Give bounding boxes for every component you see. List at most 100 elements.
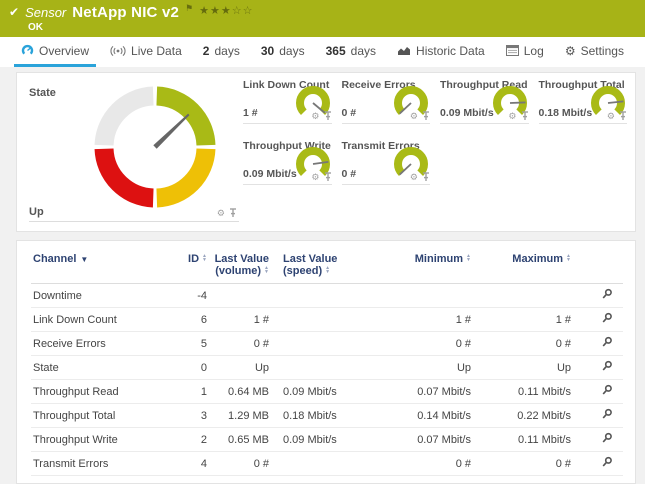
pin-icon[interactable] [229,208,237,218]
channel-table: Channel▼ ID▲▼ Last Value (volume)▲▼ Last… [31,249,623,476]
gear-icon[interactable]: ⚙ [410,173,418,182]
channel-settings-wrench-icon[interactable] [601,456,613,468]
table-row: Link Down Count 6 1 # 1 # 1 # [31,308,623,332]
tab-label: days [351,44,376,58]
column-label: Last Value [215,253,269,265]
cell-channel: Link Down Count [31,308,169,332]
gauge-tile-throughput-write: Throughput Write 0.09 Mbit/s ⚙ [243,140,332,185]
cell-last-value-volume: 1.29 MB [209,404,271,428]
channel-settings-wrench-icon[interactable] [601,288,613,300]
sort-icon: ▲▼ [202,254,207,262]
tab-number: 2 [203,44,210,58]
cell-id: 3 [169,404,209,428]
cell-minimum: 1 # [365,308,473,332]
tab-label: Log [524,44,544,58]
channel-settings-wrench-icon[interactable] [601,384,613,396]
cell-minimum [365,284,473,308]
sort-icon: ▲▼ [466,254,471,262]
column-label: Minimum [415,253,463,265]
gear-icon[interactable]: ⚙ [217,209,225,218]
gear-icon[interactable]: ⚙ [311,173,319,182]
pin-icon[interactable] [422,172,430,182]
tab-settings[interactable]: ⚙ Settings [558,37,631,67]
channel-settings-wrench-icon[interactable] [601,360,613,372]
column-label: Maximum [512,253,563,265]
cell-minimum: 0 # [365,452,473,476]
tab-2-days[interactable]: 2 days [196,37,247,67]
channel-settings-wrench-icon[interactable] [601,408,613,420]
status-badge: OK [28,22,43,33]
gauge-value: 0 # [342,107,357,119]
pin-icon[interactable] [619,111,627,121]
table-row: Downtime -4 [31,284,623,308]
object-kind-label: Sensor [25,5,66,20]
cell-maximum: Up [473,356,573,380]
cell-channel: Receive Errors [31,332,169,356]
mini-gauge-grid: Link Down Count 1 # ⚙ Receive Errors 0 #… [243,79,627,185]
tab-30-days[interactable]: 30 days [254,37,312,67]
gauge-tile-link-down-count: Link Down Count 1 # ⚙ [243,79,332,124]
cell-maximum: 0.11 Mbit/s [473,380,573,404]
tab-365-days[interactable]: 365 days [319,37,383,67]
cell-channel: Throughput Write [31,428,169,452]
cell-last-value-volume: 1 # [209,308,271,332]
channel-settings-wrench-icon[interactable] [601,312,613,324]
tab-label: Historic Data [416,44,485,58]
gauge-tile-throughput-total: Throughput Total 0.18 Mbit/s ⚙ [539,79,628,124]
gear-icon[interactable]: ⚙ [410,112,418,121]
cell-maximum: 0 # [473,332,573,356]
tab-overview[interactable]: Overview [14,37,96,67]
segment-warning-yellow [157,149,206,198]
state-gauge-tile: State Up ⚙ [29,79,239,222]
tab-live-data[interactable]: Live Data [103,37,189,67]
column-label: (speed) [283,265,322,277]
log-icon [506,45,519,56]
gauge-tile-throughput-read: Throughput Read 0.09 Mbit/s ⚙ [440,79,529,124]
cell-minimum: 0.14 Mbit/s [365,404,473,428]
pin-icon[interactable] [324,172,332,182]
gauge-icon [21,44,34,57]
gauge-tile-receive-errors: Receive Errors 0 # ⚙ [342,79,431,124]
tab-historic-data[interactable]: Historic Data [390,37,492,67]
gear-icon[interactable]: ⚙ [311,112,319,121]
column-header-last-value-volume[interactable]: Last Value (volume)▲▼ [209,249,271,284]
flag-icon[interactable]: ⚑ [185,3,193,14]
column-header-maximum[interactable]: Maximum▲▼ [473,249,573,284]
cell-channel: Downtime [31,284,169,308]
gear-icon[interactable]: ⚙ [607,112,615,121]
column-header-last-value-speed[interactable]: Last Value (speed)▲▼ [271,249,365,284]
cell-last-value-speed [271,284,365,308]
sort-icon: ▲▼ [566,254,571,262]
cell-last-value-speed [271,332,365,356]
cell-last-value-volume: 0.64 MB [209,380,271,404]
tab-label: Live Data [131,44,182,58]
sort-caret-icon: ▼ [80,255,88,264]
pin-icon[interactable] [521,111,529,121]
gauge-value: 0.09 Mbit/s [440,107,494,119]
gear-icon[interactable]: ⚙ [508,112,516,121]
channel-settings-wrench-icon[interactable] [601,432,613,444]
page-title: NetApp NIC v2 [72,4,179,21]
cell-last-value-speed [271,356,365,380]
column-header-minimum[interactable]: Minimum▲▼ [365,249,473,284]
cell-id: 1 [169,380,209,404]
stars-filled: ★★★ [199,5,232,17]
table-row: State 0 Up Up Up [31,356,623,380]
area-chart-icon [397,45,411,56]
table-row: Transmit Errors 4 0 # 0 # 0 # [31,452,623,476]
tab-log[interactable]: Log [499,37,551,67]
channel-settings-wrench-icon[interactable] [601,336,613,348]
priority-stars[interactable]: ★★★☆☆ [199,4,253,17]
column-header-actions [573,249,623,284]
gauge-value: 1 # [243,107,258,119]
pin-icon[interactable] [422,111,430,121]
cell-last-value-volume [209,284,271,308]
stars-empty: ☆☆ [232,5,254,17]
channel-table-panel: Channel▼ ID▲▼ Last Value (volume)▲▼ Last… [16,240,636,484]
gauge-value: 0.18 Mbit/s [539,107,593,119]
cell-channel: State [31,356,169,380]
column-header-id[interactable]: ID▲▼ [169,249,209,284]
pin-icon[interactable] [324,111,332,121]
cell-maximum: 0.11 Mbit/s [473,428,573,452]
column-header-channel[interactable]: Channel▼ [31,249,169,284]
